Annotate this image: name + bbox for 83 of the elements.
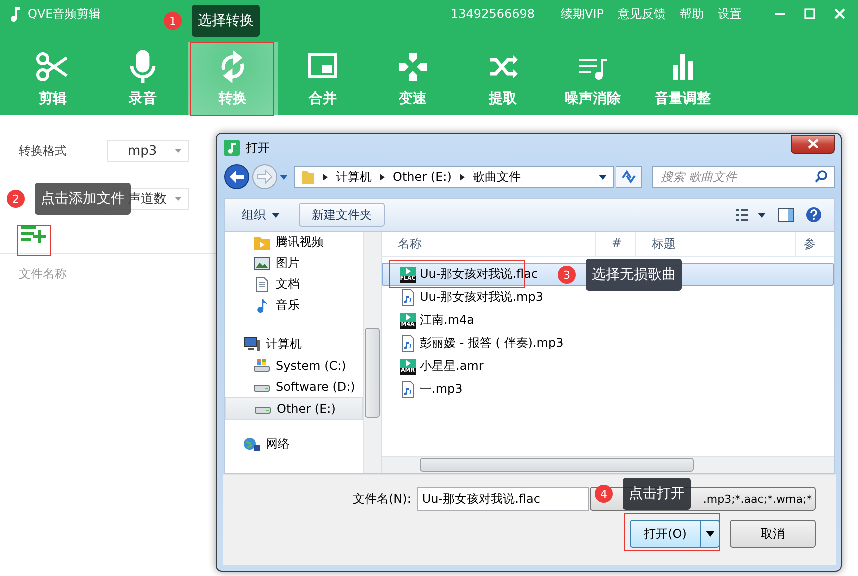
- drive-icon: [255, 407, 271, 414]
- nav-item[interactable]: Other (E:): [225, 397, 363, 420]
- column-header[interactable]: 名称: [382, 232, 596, 256]
- folder-icon: [254, 237, 270, 250]
- search-field[interactable]: 搜索 歌曲文件: [652, 166, 835, 188]
- preview-pane-icon[interactable]: [778, 208, 794, 222]
- caret-icon: [706, 531, 714, 537]
- breadcrumb-arrow-icon: [380, 174, 385, 180]
- filename-label: 文件名(N):: [353, 490, 412, 508]
- step-tooltip: 点击打开: [623, 478, 691, 510]
- add-list-icon[interactable]: [21, 225, 49, 243]
- music-note-icon: [10, 6, 22, 22]
- drive-icon: [254, 385, 270, 392]
- highlight-frame: [17, 225, 51, 256]
- drive-icon: [254, 359, 270, 372]
- address-bar[interactable]: 计算机 Other (E:) 歌曲文件: [294, 166, 614, 188]
- dropdown-arrow-icon: [175, 197, 182, 201]
- close-icon[interactable]: [834, 8, 846, 20]
- setting-label: 转换格式: [19, 142, 68, 160]
- maximize-icon[interactable]: [804, 8, 816, 20]
- new-folder-button[interactable]: 新建文件夹: [299, 203, 385, 227]
- breadcrumb-arrow-icon: [323, 174, 328, 180]
- step-tooltip: 选择无损歌曲: [586, 259, 682, 291]
- scissors-icon: [36, 52, 68, 81]
- close-button[interactable]: [791, 134, 835, 154]
- dropdown-arrow-icon: [175, 149, 182, 153]
- refresh-icon: [222, 50, 244, 84]
- nav-item[interactable]: System (C:): [225, 355, 363, 376]
- column-header: 文件名称: [19, 266, 67, 283]
- open-button[interactable]: 打开(O): [630, 520, 720, 548]
- caret-icon: [272, 212, 280, 218]
- nav-item[interactable]: Software (D:): [225, 376, 363, 397]
- column-header[interactable]: 标题: [636, 232, 796, 256]
- refresh-icon: [620, 170, 636, 184]
- music-note-icon: [258, 299, 268, 313]
- step-tooltip: 点击添加文件: [35, 183, 131, 215]
- network-icon: [244, 438, 260, 451]
- computer-icon: [244, 338, 260, 351]
- app-title: QVE音频剪辑: [28, 6, 102, 22]
- search-icon: [815, 170, 828, 183]
- audio-file-icon: [401, 381, 415, 398]
- back-icon[interactable]: [224, 164, 250, 190]
- scrollbar[interactable]: [363, 232, 381, 473]
- nav-item[interactable]: 网络: [225, 434, 363, 455]
- folder-icon: [301, 169, 315, 185]
- column-header[interactable]: 参: [796, 232, 834, 256]
- step-number: 2: [7, 190, 25, 208]
- nav-item[interactable]: 腾讯视频: [225, 232, 363, 253]
- help-icon[interactable]: [806, 207, 822, 223]
- close-icon: [808, 139, 818, 149]
- picture-in-picture-icon: [308, 53, 338, 78]
- bar-chart-icon: [673, 54, 693, 80]
- shuffle-icon: [488, 54, 518, 78]
- file-row[interactable]: 彭丽嫒 - 报答 ( 伴奏).mp3: [382, 332, 834, 355]
- file-row[interactable]: 一.mp3: [382, 378, 834, 401]
- music-note-icon: [224, 140, 240, 156]
- cancel-button[interactable]: 取消: [730, 520, 816, 548]
- organize-menu[interactable]: 组织: [235, 203, 287, 227]
- breadcrumb[interactable]: 歌曲文件: [472, 168, 521, 186]
- breadcrumb-arrow-icon: [460, 174, 465, 180]
- account-phone: 13492566698: [451, 7, 536, 21]
- nav-item[interactable]: 图片: [225, 253, 363, 274]
- audio-file-icon: [401, 289, 415, 306]
- nav-item[interactable]: 文档: [225, 274, 363, 295]
- document-icon: [256, 277, 268, 292]
- dropdown[interactable]: mp3: [107, 140, 189, 162]
- scrollbar[interactable]: [382, 456, 834, 473]
- step-tooltip: 选择转换: [192, 5, 260, 37]
- refresh-button[interactable]: [616, 166, 642, 188]
- breadcrumb[interactable]: Other (E:): [393, 170, 452, 184]
- gamepad-icon: [399, 52, 427, 80]
- dialog-title: 打开: [246, 140, 270, 156]
- breadcrumb[interactable]: 计算机: [336, 168, 372, 186]
- nav-item[interactable]: 音乐: [225, 295, 363, 316]
- filename-field[interactable]: Uu-那女孩对我说.flac: [417, 487, 590, 511]
- column-header[interactable]: #: [596, 232, 636, 256]
- dropdown-arrow-icon[interactable]: [599, 174, 607, 180]
- microphone-icon: [130, 50, 156, 84]
- nav-item[interactable]: 计算机: [225, 334, 363, 355]
- audio-file-icon: [401, 335, 415, 352]
- view-list-icon[interactable]: [736, 209, 766, 221]
- playlist-icon: [579, 58, 607, 80]
- image-icon: [254, 257, 270, 270]
